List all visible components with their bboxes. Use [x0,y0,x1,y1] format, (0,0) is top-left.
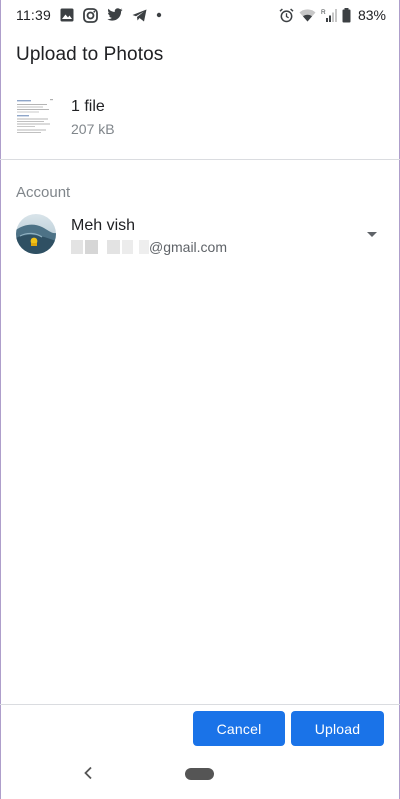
alarm-icon [279,7,294,23]
file-count: 1 file [71,98,105,115]
file-thumbnail [16,97,54,137]
account-name: Meh vish [71,217,136,234]
home-pill-button[interactable] [185,768,214,780]
telegram-icon [132,7,147,23]
status-left: 11:39 [16,7,162,23]
cancel-button[interactable]: Cancel [193,711,285,746]
account-heading: Account [16,184,71,201]
account-email-domain: @gmail.com [149,239,228,255]
upload-dialog-screen: 11:39 R 83% Upload to Photos 1 file 207 … [0,0,400,799]
signal-icon: R [321,7,337,23]
redacted-block [122,240,133,254]
account-email: @gmail.com [71,238,227,256]
instagram-icon [83,7,98,23]
twitter-icon [107,7,123,23]
file-summary-row: 1 file 207 kB [16,92,384,142]
account-selector[interactable]: Meh vish @gmail.com [16,212,384,260]
page-title: Upload to Photos [16,44,164,65]
dot-icon [156,7,162,23]
battery-icon [342,7,351,23]
wifi-icon [299,7,316,23]
navigation-bar [0,749,400,799]
redacted-block [85,240,98,254]
avatar [16,214,56,254]
account-dropdown-toggle[interactable] [360,222,384,246]
footer-divider [0,704,400,705]
image-icon [60,7,74,23]
frame-edge-left [0,0,1,799]
back-icon[interactable] [78,763,98,783]
file-size: 207 kB [71,121,115,137]
redacted-block [139,240,149,254]
redacted-block [107,240,120,254]
status-time: 11:39 [16,7,51,23]
signal-roaming-badge: R [321,9,326,16]
section-divider [0,159,400,160]
redacted-block [71,240,83,254]
status-right: R 83% [279,7,386,23]
status-bar: 11:39 R 83% [0,0,400,30]
dropdown-arrow-icon [367,231,377,237]
upload-button[interactable]: Upload [291,711,384,746]
battery-percentage: 83% [357,7,386,23]
